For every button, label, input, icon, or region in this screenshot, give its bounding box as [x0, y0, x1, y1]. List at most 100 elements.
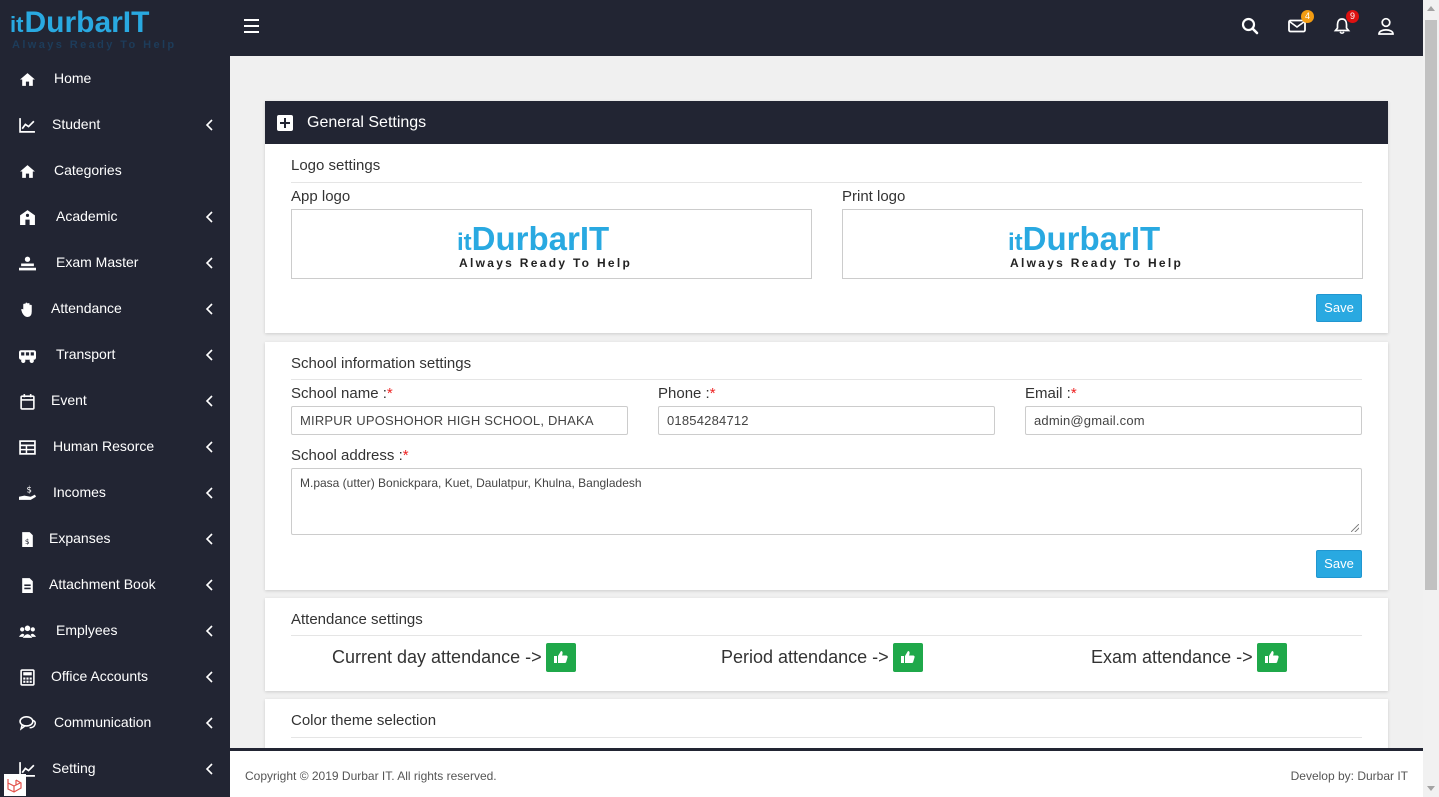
- sidebar-item-label: Academic: [56, 208, 118, 224]
- app-logo-image: it DurbarIT Always Ready To Help: [457, 220, 647, 271]
- svg-text:$: $: [25, 537, 30, 546]
- chevron-left-icon: [205, 625, 213, 637]
- exam-attendance-toggle[interactable]: [1256, 643, 1287, 672]
- sidebar-item-attachment-book[interactable]: Attachment Book: [0, 562, 230, 608]
- sidebar-item-communication[interactable]: Communication: [0, 700, 230, 746]
- thumbs-up-icon: [900, 651, 915, 663]
- expand-plus-icon[interactable]: [277, 114, 293, 131]
- chevron-left-icon: [205, 533, 213, 545]
- logo-prefix: it: [1008, 229, 1023, 256]
- app-logo-upload[interactable]: it DurbarIT Always Ready To Help: [291, 209, 812, 279]
- chevron-left-icon: [205, 579, 213, 591]
- period-attendance: Period attendance ->: [721, 643, 923, 672]
- sidebar-item-expanses[interactable]: $ Expanses: [0, 516, 230, 562]
- sidebar-item-event[interactable]: Event: [0, 378, 230, 424]
- app-logo[interactable]: it DurbarIT Always Ready To Help: [10, 6, 200, 52]
- sidebar-item-categories[interactable]: Categories: [0, 148, 230, 194]
- sidebar-item-label: Emplyees: [56, 622, 118, 638]
- page-scrollbar[interactable]: [1423, 0, 1439, 797]
- sidebar-item-human-resorce[interactable]: Human Resorce: [0, 424, 230, 470]
- app-logo-label: App logo: [291, 188, 351, 205]
- divider: [291, 379, 1362, 380]
- scroll-up-icon[interactable]: [1427, 6, 1435, 11]
- period-attendance-toggle[interactable]: [892, 643, 923, 672]
- phone-input[interactable]: 01854284712: [658, 406, 995, 435]
- mail-icon[interactable]: 4: [1288, 10, 1314, 39]
- sidebar-item-label: Office Accounts: [51, 668, 149, 684]
- user-icon[interactable]: [1377, 17, 1399, 39]
- period-attendance-label: Period attendance ->: [721, 647, 889, 667]
- logo-prefix: it: [457, 229, 472, 256]
- sidebar-item-label: Student: [52, 116, 101, 132]
- chevron-left-icon: [205, 349, 213, 361]
- table-icon: [19, 440, 36, 455]
- bell-icon[interactable]: 9: [1333, 10, 1359, 39]
- scrollbar-thumb[interactable]: [1425, 20, 1437, 590]
- save-school-info-button[interactable]: Save: [1316, 550, 1362, 578]
- logo-name: DurbarIT: [24, 6, 150, 39]
- logo-settings-title: Logo settings: [291, 157, 381, 174]
- chevron-left-icon: [205, 211, 213, 223]
- sidebar-item-label: Human Resorce: [53, 438, 155, 454]
- school-address-label: School address :*: [291, 447, 409, 464]
- exam-icon: [19, 256, 36, 271]
- sidebar-item-label: Expanses: [49, 530, 111, 546]
- logo-name: DurbarIT: [471, 220, 610, 257]
- sidebar-item-incomes[interactable]: $ Incomes: [0, 470, 230, 516]
- sidebar-item-setting[interactable]: Setting: [0, 746, 230, 792]
- laravel-debug-icon[interactable]: [4, 774, 26, 796]
- chevron-left-icon: [205, 257, 213, 269]
- sidebar-item-exam-master[interactable]: Exam Master: [0, 240, 230, 286]
- sidebar-item-academic[interactable]: Academic: [0, 194, 230, 240]
- chevron-left-icon: [205, 441, 213, 453]
- save-logo-button[interactable]: Save: [1316, 294, 1362, 322]
- search-icon[interactable]: [1241, 17, 1263, 39]
- sidebar-item-label: Categories: [54, 162, 122, 178]
- hand-icon: [21, 302, 32, 317]
- email-label: Email :*: [1025, 385, 1077, 402]
- invoice-icon: $: [22, 532, 33, 547]
- chevron-left-icon: [205, 671, 213, 683]
- email-input[interactable]: admin@gmail.com: [1025, 406, 1362, 435]
- current-day-attendance-label: Current day attendance ->: [332, 647, 542, 667]
- attendance-settings-card: Attendance settings Current day attendan…: [265, 598, 1388, 691]
- sidebar-item-emplyees[interactable]: Emplyees: [0, 608, 230, 654]
- sidebar-item-office-accounts[interactable]: Office Accounts: [0, 654, 230, 700]
- sidebar-item-attendance[interactable]: Attendance: [0, 286, 230, 332]
- sidebar-item-student[interactable]: Student: [0, 102, 230, 148]
- resize-handle-icon[interactable]: [1351, 524, 1359, 532]
- school-info-card: School information settings School name …: [265, 342, 1388, 590]
- chevron-left-icon: [205, 763, 213, 775]
- color-theme-title: Color theme selection: [291, 712, 437, 729]
- phone-label: Phone :*: [658, 385, 716, 402]
- print-logo-upload[interactable]: it DurbarIT Always Ready To Help: [842, 209, 1363, 279]
- print-logo-label: Print logo: [842, 188, 906, 205]
- thumbs-up-icon: [1264, 651, 1279, 663]
- current-day-attendance-toggle[interactable]: [545, 643, 576, 672]
- calendar-icon: [20, 394, 35, 410]
- school-name-input[interactable]: MIRPUR UPOSHOHOR HIGH SCHOOL, DHAKA: [291, 406, 628, 435]
- sidebar-item-transport[interactable]: Transport: [0, 332, 230, 378]
- footer: Copyright © 2019 Durbar IT. All rights r…: [230, 748, 1423, 797]
- logo-name: DurbarIT: [1022, 220, 1161, 257]
- footer-copyright: Copyright © 2019 Durbar IT. All rights r…: [245, 769, 497, 783]
- scroll-down-icon[interactable]: [1427, 786, 1435, 791]
- sidebar-item-label: Transport: [56, 346, 116, 362]
- school-name-label: School name :*: [291, 385, 393, 402]
- sidebar-item-label: Incomes: [53, 484, 106, 500]
- school-icon: [20, 210, 35, 225]
- attendance-settings-title: Attendance settings: [291, 611, 423, 628]
- svg-text:$: $: [26, 485, 31, 495]
- exam-attendance-label: Exam attendance ->: [1091, 647, 1253, 667]
- menu-toggle-icon[interactable]: [244, 19, 260, 35]
- divider: [291, 182, 1362, 183]
- logo-tagline: Always Ready To Help: [1010, 256, 1184, 270]
- sidebar-item-label: Home: [54, 70, 92, 86]
- color-theme-card: Color theme selection: [265, 699, 1388, 748]
- users-icon: [19, 625, 36, 638]
- income-icon: $: [19, 485, 36, 500]
- chevron-left-icon: [205, 395, 213, 407]
- school-address-textarea[interactable]: M.pasa (utter) Bonickpara, Kuet, Daulatp…: [291, 468, 1362, 535]
- file-icon: [22, 578, 33, 593]
- sidebar-item-home[interactable]: Home: [0, 56, 230, 102]
